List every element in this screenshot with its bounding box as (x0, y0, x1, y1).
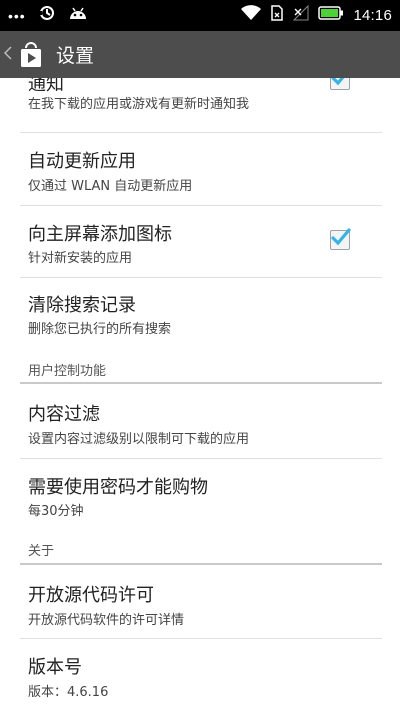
add-icon-checkbox[interactable] (330, 228, 351, 250)
setting-subtitle: 设置内容过滤级别以限制可下载的应用 (28, 432, 250, 447)
setting-password[interactable]: 需要使用密码才能购物 每30分钟 (0, 459, 400, 529)
setting-title: 开放源代码许可 (28, 585, 154, 606)
setting-subtitle: 仅通过 WLAN 自动更新应用 (28, 179, 193, 194)
setting-title: 自动更新应用 (28, 151, 136, 172)
setting-subtitle: 删除您已执行的所有搜索 (28, 322, 172, 337)
notify-checkbox[interactable] (330, 78, 350, 90)
page-title: 设置 (56, 45, 95, 67)
setting-auto-update[interactable]: 自动更新应用 仅通过 WLAN 自动更新应用 (0, 133, 400, 205)
setting-version[interactable]: 版本号 版本：4.6.16 (0, 639, 400, 711)
setting-subtitle: 开放源代码软件的许可详情 (28, 613, 185, 628)
section-header-user-controls: 用户控制功能 (28, 364, 107, 379)
setting-subtitle: 在我下载的应用或游戏有更新时通知我 (28, 97, 250, 112)
clock: 14:16 (353, 7, 392, 24)
notification-dots: ••• (8, 7, 26, 24)
setting-title: 需要使用密码才能购物 (28, 477, 208, 498)
setting-licenses[interactable]: 开放源代码许可 开放源代码软件的许可详情 (0, 565, 400, 638)
battery-icon (318, 6, 344, 25)
setting-subtitle: 版本：4.6.16 (28, 685, 109, 700)
android-icon (68, 5, 88, 26)
signal-icon (293, 4, 309, 26)
setting-title: 版本号 (28, 657, 82, 678)
sync-icon (37, 5, 56, 26)
setting-subtitle: 每30分钟 (28, 504, 84, 519)
setting-title: 内容过滤 (28, 404, 100, 425)
setting-title: 清除搜索记录 (28, 295, 136, 316)
setting-content-filter[interactable]: 内容过滤 设置内容过滤级别以限制可下载的应用 (0, 384, 400, 457)
status-bar: ••• 14:16 (0, 0, 400, 31)
settings-list: 通知 在我下载的应用或游戏有更新时通知我 自动更新应用 仅通过 WLAN 自动更… (0, 78, 400, 711)
setting-add-icon[interactable]: 向主屏幕添加图标 针对新安装的应用 (0, 206, 400, 277)
setting-title: 向主屏幕添加图标 (28, 224, 172, 245)
setting-subtitle: 针对新安装的应用 (28, 251, 133, 266)
play-store-icon[interactable] (16, 40, 46, 70)
section-header-about: 关于 (28, 544, 55, 559)
sim-icon (270, 5, 284, 26)
wifi-icon (241, 5, 262, 26)
back-icon[interactable] (3, 45, 14, 64)
setting-clear-history[interactable]: 清除搜索记录 删除您已执行的所有搜索 (0, 278, 400, 346)
action-bar: 设置 (0, 31, 400, 78)
setting-notify[interactable]: 通知 在我下载的应用或游戏有更新时通知我 (0, 78, 400, 132)
